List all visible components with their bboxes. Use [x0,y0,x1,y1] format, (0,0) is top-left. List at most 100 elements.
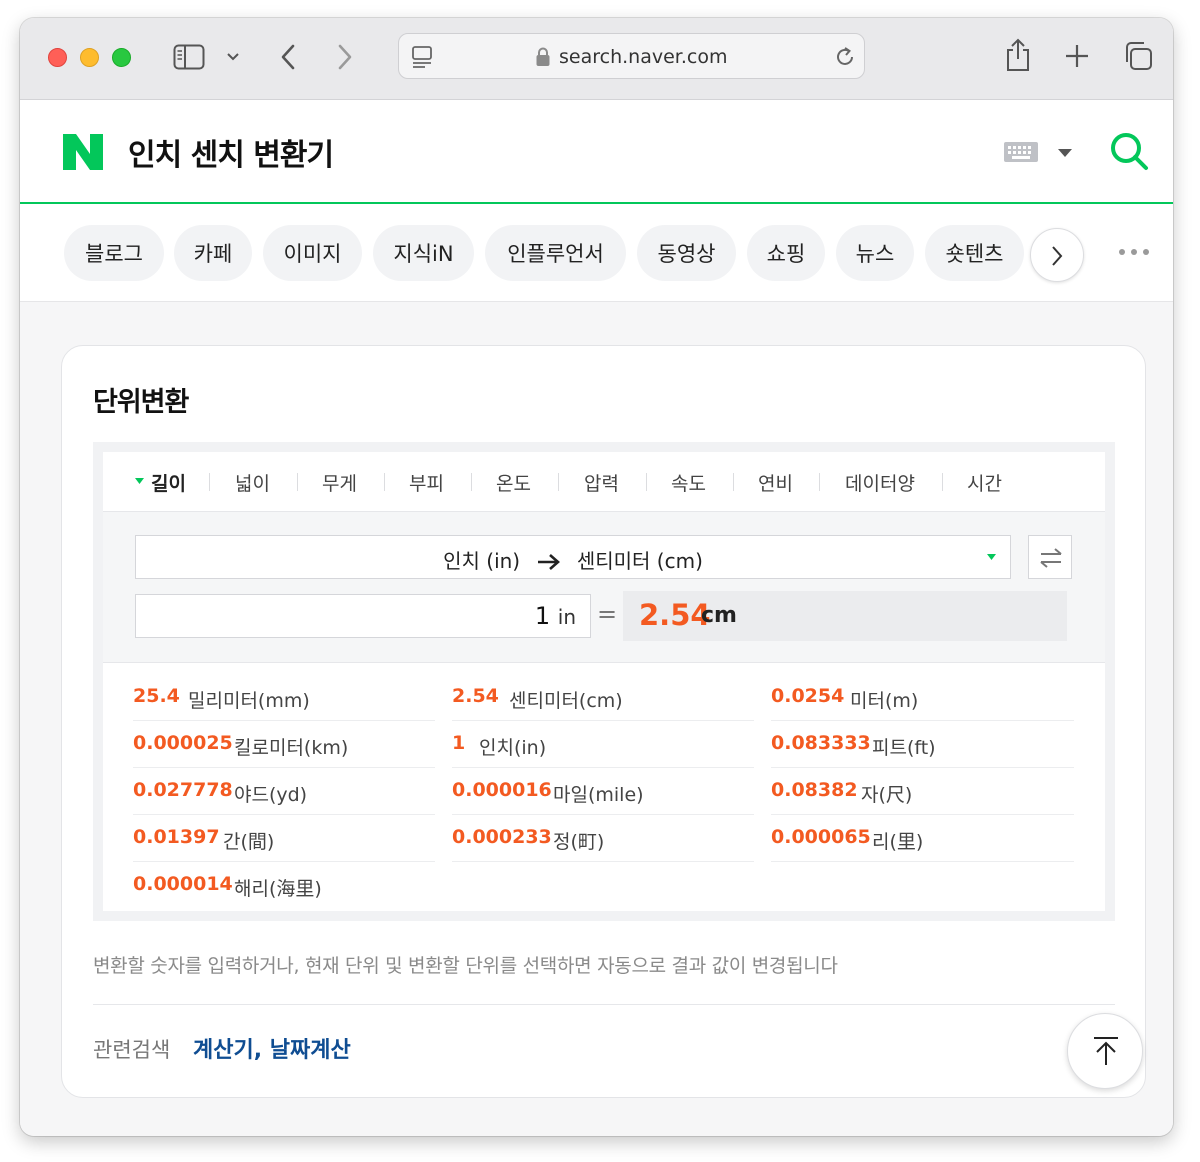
result-number: 0.027778 [133,779,233,801]
result-unit-name: 피트(ft) [872,737,936,759]
search-icon[interactable] [1109,131,1149,171]
browser-toolbar: search.naver.com [20,18,1173,100]
url-text: search.naver.com [559,46,728,68]
list-item: 0.000233 정(町) [452,816,754,862]
search-tabs: 블로그 카페 이미지 지식iN 인플루언서 동영상 쇼핑 뉴스 숏텐츠 [20,204,1173,302]
category-time[interactable]: 시간 [967,469,1002,496]
tab-kin[interactable]: 지식iN [373,225,474,281]
from-unit: 인치 (in) [443,549,521,573]
tab-influencer[interactable]: 인플루언서 [485,225,626,281]
unit-pair-select[interactable]: 인치 (in) 센티미터 (cm) [135,535,1011,579]
address-bar[interactable]: search.naver.com [398,33,865,79]
category-area[interactable]: 넓이 [235,469,270,496]
unit-converter-card: 단위변환 길이 넓이 무게 부피 온도 압력 속도 연비 데이터양 시간 인치 … [61,345,1146,1098]
zoom-window-button[interactable] [112,48,131,67]
equals-sign: = [596,600,618,628]
category-weight[interactable]: 무게 [322,469,357,496]
result-unit-name: 미터(m) [850,690,919,712]
plus-icon[interactable] [1064,43,1090,69]
category-data[interactable]: 데이터양 [845,469,915,496]
converter-panel: 길이 넓이 무게 부피 온도 압력 속도 연비 데이터양 시간 인치 (in) … [93,442,1115,921]
category-speed[interactable]: 속도 [671,469,706,496]
sidebar-icon[interactable] [173,44,205,70]
category-tabs: 길이 넓이 무게 부피 온도 압력 속도 연비 데이터양 시간 [103,452,1105,512]
result-unit-name: 정(町) [553,831,605,853]
to-unit: 센티미터 (cm) [576,549,703,573]
share-icon[interactable] [1005,38,1031,72]
result-number: 0.000233 [452,826,552,848]
category-length[interactable]: 길이 [151,469,186,496]
result-number: 0.01397 [133,826,220,848]
result-unit-name: 밀리미터(mm) [188,690,310,712]
arrow-up-icon [1094,1037,1118,1065]
result-unit-name: 센티미터(cm) [509,690,623,712]
forward-icon[interactable] [336,43,354,71]
dropdown-arrow-icon [987,554,996,560]
list-item: 0.000014 해리(海里) [133,863,435,909]
list-item: 0.01397 간(間) [133,816,435,862]
result-unit: cm [701,603,737,628]
list-item: 0.08382 자(尺) [771,769,1074,815]
tab-video[interactable]: 동영상 [637,225,736,281]
list-item: 0.083333 피트(ft) [771,722,1074,768]
result-unit-name: 마일(mile) [553,784,644,806]
chevron-down-icon[interactable] [226,51,240,63]
related-link-calculator[interactable]: 계산기 [193,1038,254,1063]
active-marker-icon [135,478,144,484]
related-search-label: 관련검색 [93,1038,171,1062]
divider [93,1004,1115,1005]
search-query-title[interactable]: 인치 센치 변환기 [128,130,334,174]
list-item: 25.4 밀리미터(mm) [133,675,435,721]
related-separator: , [253,1038,263,1063]
result-unit-name: 야드(yd) [234,784,308,806]
result-number: 25.4 [133,685,180,707]
result-number: 0.000025 [133,732,233,754]
result-number: 2.54 [452,685,499,707]
page-content: 인치 센치 변환기 블로그 카페 이미지 지식iN 인플루언서 동영상 쇼핑 뉴… [20,100,1173,1136]
result-value: 2.54 [639,598,711,632]
tab-shopping[interactable]: 쇼핑 [747,225,825,281]
result-unit-name: 간(間) [223,831,275,853]
value-input[interactable]: 1 in [135,594,591,638]
help-note: 변환할 숫자를 입력하거나, 현재 단위 및 변환할 단위를 선택하면 자동으로… [93,955,838,977]
tab-cafe[interactable]: 카페 [174,225,252,281]
tab-shortents[interactable]: 숏텐츠 [925,225,1024,281]
list-item: 0.0254 미터(m) [771,675,1074,721]
result-number: 0.000014 [133,873,233,895]
back-icon[interactable] [279,43,297,71]
card-title: 단위변환 [93,387,189,418]
tab-blog[interactable]: 블로그 [64,225,164,281]
result-unit-name: 자(尺) [861,784,913,806]
conversion-results-list: 25.4 밀리미터(mm) 2.54 센티미터(cm) 0.0254 미터(m) [103,663,1105,911]
tabs-icon[interactable] [1122,40,1154,72]
naver-logo[interactable] [63,134,103,170]
input-unit: in [557,605,576,629]
arrow-right-icon [538,554,561,570]
category-fuel-efficiency[interactable]: 연비 [758,469,793,496]
tabs-next-button[interactable] [1030,228,1084,282]
result-number: 0.000016 [452,779,552,801]
keyboard-icon[interactable] [1004,142,1038,162]
input-value: 1 [534,602,551,630]
reload-icon[interactable] [833,45,857,69]
related-search-links: 계산기, 날짜계산 [193,1032,351,1064]
browser-window: search.naver.com 인치 센치 변환기 블로그 카페 이미지 지식… [20,18,1173,1136]
related-link-date-calculator[interactable]: 날짜계산 [270,1038,351,1063]
reader-icon[interactable] [411,45,433,69]
category-volume[interactable]: 부피 [409,469,444,496]
swap-units-button[interactable] [1028,535,1072,579]
category-temperature[interactable]: 온도 [496,469,531,496]
minimize-window-button[interactable] [80,48,99,67]
category-pressure[interactable]: 압력 [584,469,619,496]
tab-news[interactable]: 뉴스 [836,225,914,281]
result-box: 2.54 cm [623,591,1067,641]
swap-icon [1040,548,1062,568]
chevron-down-icon[interactable] [1057,148,1073,158]
list-item: 0.027778 야드(yd) [133,769,435,815]
more-icon[interactable] [1118,248,1150,256]
scroll-to-top-button[interactable] [1067,1013,1143,1089]
tab-images[interactable]: 이미지 [263,225,362,281]
close-window-button[interactable] [48,48,67,67]
result-number: 0.08382 [771,779,858,801]
result-unit-name: 인치(in) [479,737,547,759]
